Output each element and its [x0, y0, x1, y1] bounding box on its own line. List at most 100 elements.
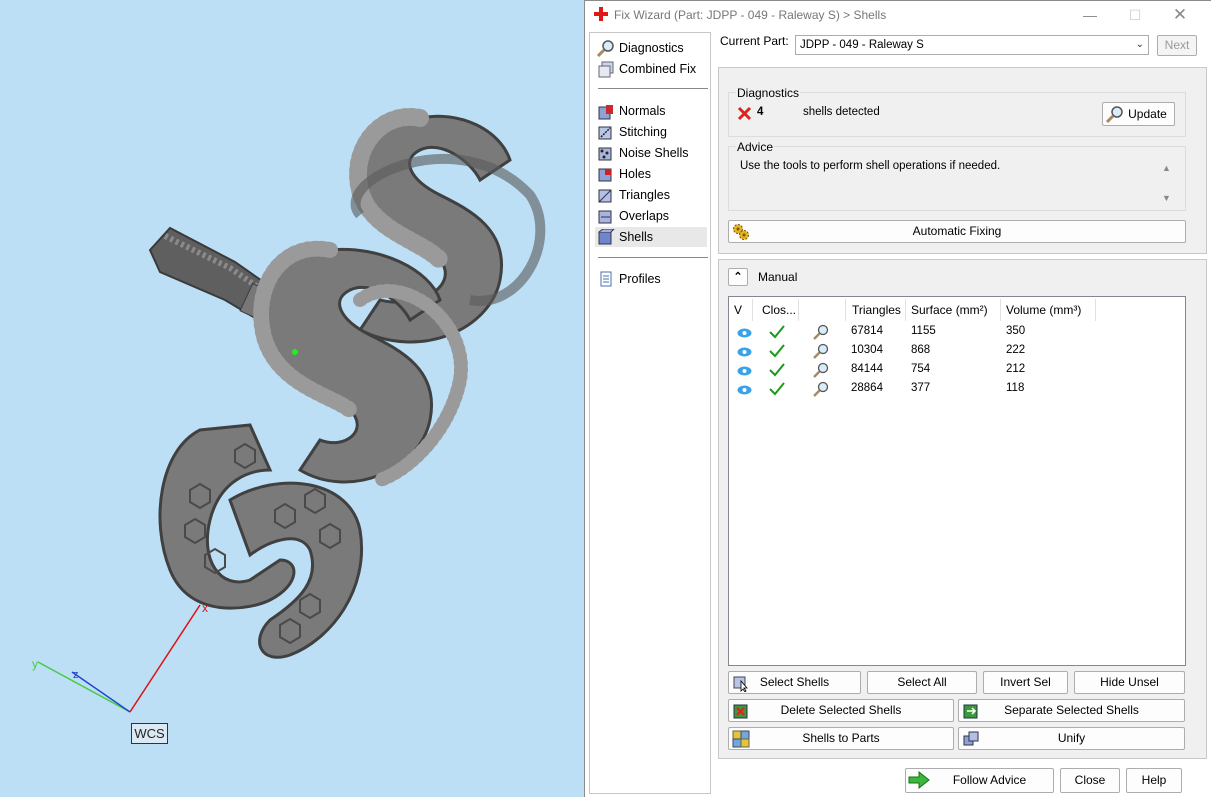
- advice-text-area[interactable]: Use the tools to perform shell operation…: [735, 156, 1185, 208]
- document-icon: [600, 271, 612, 287]
- eye-icon[interactable]: [737, 347, 752, 357]
- scroll-down-arrow[interactable]: ▼: [1162, 193, 1171, 203]
- column-header-triangles[interactable]: Triangles: [847, 299, 906, 321]
- eye-icon[interactable]: [737, 366, 752, 376]
- column-header-closed[interactable]: Clos...: [757, 299, 799, 321]
- wcs-axes: x y z: [32, 601, 208, 713]
- cube-cursor-icon: [733, 676, 748, 692]
- magnifier-icon[interactable]: [813, 343, 829, 360]
- magnifier-icon: [1106, 106, 1123, 123]
- shell-count: 4: [757, 106, 764, 118]
- nav-item-noise-shells[interactable]: Noise Shells: [595, 143, 707, 163]
- shells-table[interactable]: V Clos... Triangles Surface (mm²) Volume…: [728, 296, 1186, 666]
- column-header-visible[interactable]: V: [729, 299, 753, 321]
- title-bar[interactable]: Fix Wizard (Part: JDPP - 049 - Raleway S…: [585, 1, 1211, 29]
- holes-cube-icon: [598, 168, 612, 182]
- close-window-button[interactable]: ✕: [1169, 5, 1191, 25]
- x-axis-label: x: [202, 601, 208, 615]
- magnifier-icon: [597, 40, 614, 57]
- chevron-down-icon: ⌄: [1135, 39, 1144, 50]
- current-part-value: JDPP - 049 - Raleway S: [800, 39, 924, 51]
- table-row[interactable]: 84144 754 212: [729, 361, 1185, 380]
- nav-label: Profiles: [619, 272, 661, 286]
- automatic-fixing-label: Automatic Fixing: [912, 224, 1002, 238]
- surface-cell: 377: [911, 382, 931, 394]
- nav-item-normals[interactable]: Normals: [595, 101, 707, 121]
- automatic-fixing-button[interactable]: Automatic Fixing: [728, 220, 1186, 243]
- triangles-cube-icon: [598, 189, 612, 203]
- wizard-nav: Diagnostics Combined Fix Normals Stitchi…: [589, 32, 711, 794]
- collapse-manual-button[interactable]: ⌃: [728, 268, 748, 286]
- hide-unsel-button[interactable]: Hide Unsel: [1074, 671, 1185, 694]
- invert-sel-button[interactable]: Invert Sel: [983, 671, 1068, 694]
- fix-wizard-dialog: Fix Wizard (Part: JDPP - 049 - Raleway S…: [584, 0, 1211, 797]
- magnifier-icon[interactable]: [813, 324, 829, 341]
- shells-to-parts-icon: [732, 730, 750, 748]
- triangles-cell: 28864: [851, 382, 883, 394]
- surface-cell: 754: [911, 363, 931, 375]
- nav-divider: [598, 257, 708, 258]
- unify-button[interactable]: Unify: [958, 727, 1185, 750]
- nav-label: Triangles: [619, 188, 670, 202]
- delete-selected-shells-button[interactable]: Delete Selected Shells: [728, 699, 954, 722]
- z-axis-label: z: [73, 669, 79, 681]
- triangles-cell: 84144: [851, 363, 883, 375]
- shells-cube-icon: [598, 229, 615, 245]
- wcs-label: WCS: [131, 723, 168, 744]
- normals-cube-icon: [598, 105, 613, 120]
- y-axis-label: y: [32, 657, 38, 671]
- select-shells-button[interactable]: Select Shells: [728, 671, 861, 694]
- volume-cell: 118: [1006, 382, 1025, 394]
- scroll-up-arrow[interactable]: ▲: [1162, 163, 1171, 173]
- maximize-button[interactable]: ☐: [1124, 5, 1146, 25]
- update-button[interactable]: Update: [1102, 102, 1175, 126]
- nav-item-holes[interactable]: Holes: [595, 164, 707, 184]
- nav-item-stitching[interactable]: Stitching: [595, 122, 707, 142]
- select-all-button[interactable]: Select All: [867, 671, 977, 694]
- manual-title: Manual: [758, 270, 798, 284]
- help-button[interactable]: Help: [1126, 768, 1182, 793]
- red-cross-icon: [594, 7, 608, 21]
- nav-label: Holes: [619, 167, 651, 181]
- separate-selected-shells-button[interactable]: Separate Selected Shells: [958, 699, 1185, 722]
- volume-cell: 350: [1006, 325, 1026, 337]
- advice-text: Use the tools to perform shell operation…: [740, 160, 1001, 172]
- nav-label: Stitching: [619, 125, 667, 139]
- nav-item-shells[interactable]: Shells: [595, 227, 707, 247]
- column-header-surface[interactable]: Surface (mm²): [906, 299, 1001, 321]
- shells-to-parts-button[interactable]: Shells to Parts: [728, 727, 954, 750]
- next-button[interactable]: Next: [1157, 35, 1197, 56]
- advice-title: Advice: [736, 140, 775, 154]
- current-part-label: Current Part:: [720, 34, 789, 48]
- shells-to-parts-label: Shells to Parts: [802, 731, 880, 745]
- 3d-viewport[interactable]: x y z WCS: [0, 0, 586, 797]
- follow-advice-button[interactable]: Follow Advice: [905, 768, 1054, 793]
- current-part-select[interactable]: JDPP - 049 - Raleway S ⌄: [795, 35, 1149, 55]
- table-row[interactable]: 67814 1155 350: [729, 323, 1185, 342]
- select-shells-label: Select Shells: [759, 675, 830, 689]
- nav-label: Normals: [619, 104, 666, 118]
- surface-cell: 868: [911, 344, 931, 356]
- nav-label: Noise Shells: [619, 146, 689, 160]
- stacked-cubes-icon: [598, 61, 614, 78]
- table-row[interactable]: 28864 377 118: [729, 380, 1185, 399]
- column-header-volume[interactable]: Volume (mm³): [1001, 299, 1096, 321]
- nav-item-profiles[interactable]: Profiles: [595, 269, 707, 289]
- nav-item-diagnostics[interactable]: Diagnostics: [595, 38, 707, 58]
- window-title: Fix Wizard (Part: JDPP - 049 - Raleway S…: [614, 8, 887, 22]
- nav-item-triangles[interactable]: Triangles: [595, 185, 707, 205]
- table-row[interactable]: 10304 868 222: [729, 342, 1185, 361]
- nav-item-combined-fix[interactable]: Combined Fix: [595, 59, 707, 79]
- magnifier-icon[interactable]: [813, 381, 829, 398]
- model-letter-s-middle: [253, 240, 468, 487]
- magnifier-icon[interactable]: [813, 362, 829, 379]
- separate-selected-shells-label: Separate Selected Shells: [1004, 703, 1139, 717]
- nav-item-overlaps[interactable]: Overlaps: [595, 206, 707, 226]
- minimize-button[interactable]: —: [1079, 5, 1101, 25]
- delete-cube-icon: [733, 704, 748, 719]
- close-button[interactable]: Close: [1060, 768, 1120, 793]
- eye-icon[interactable]: [737, 385, 752, 395]
- eye-icon[interactable]: [737, 328, 752, 338]
- column-header-select[interactable]: [801, 299, 846, 321]
- update-label: Update: [1128, 107, 1167, 121]
